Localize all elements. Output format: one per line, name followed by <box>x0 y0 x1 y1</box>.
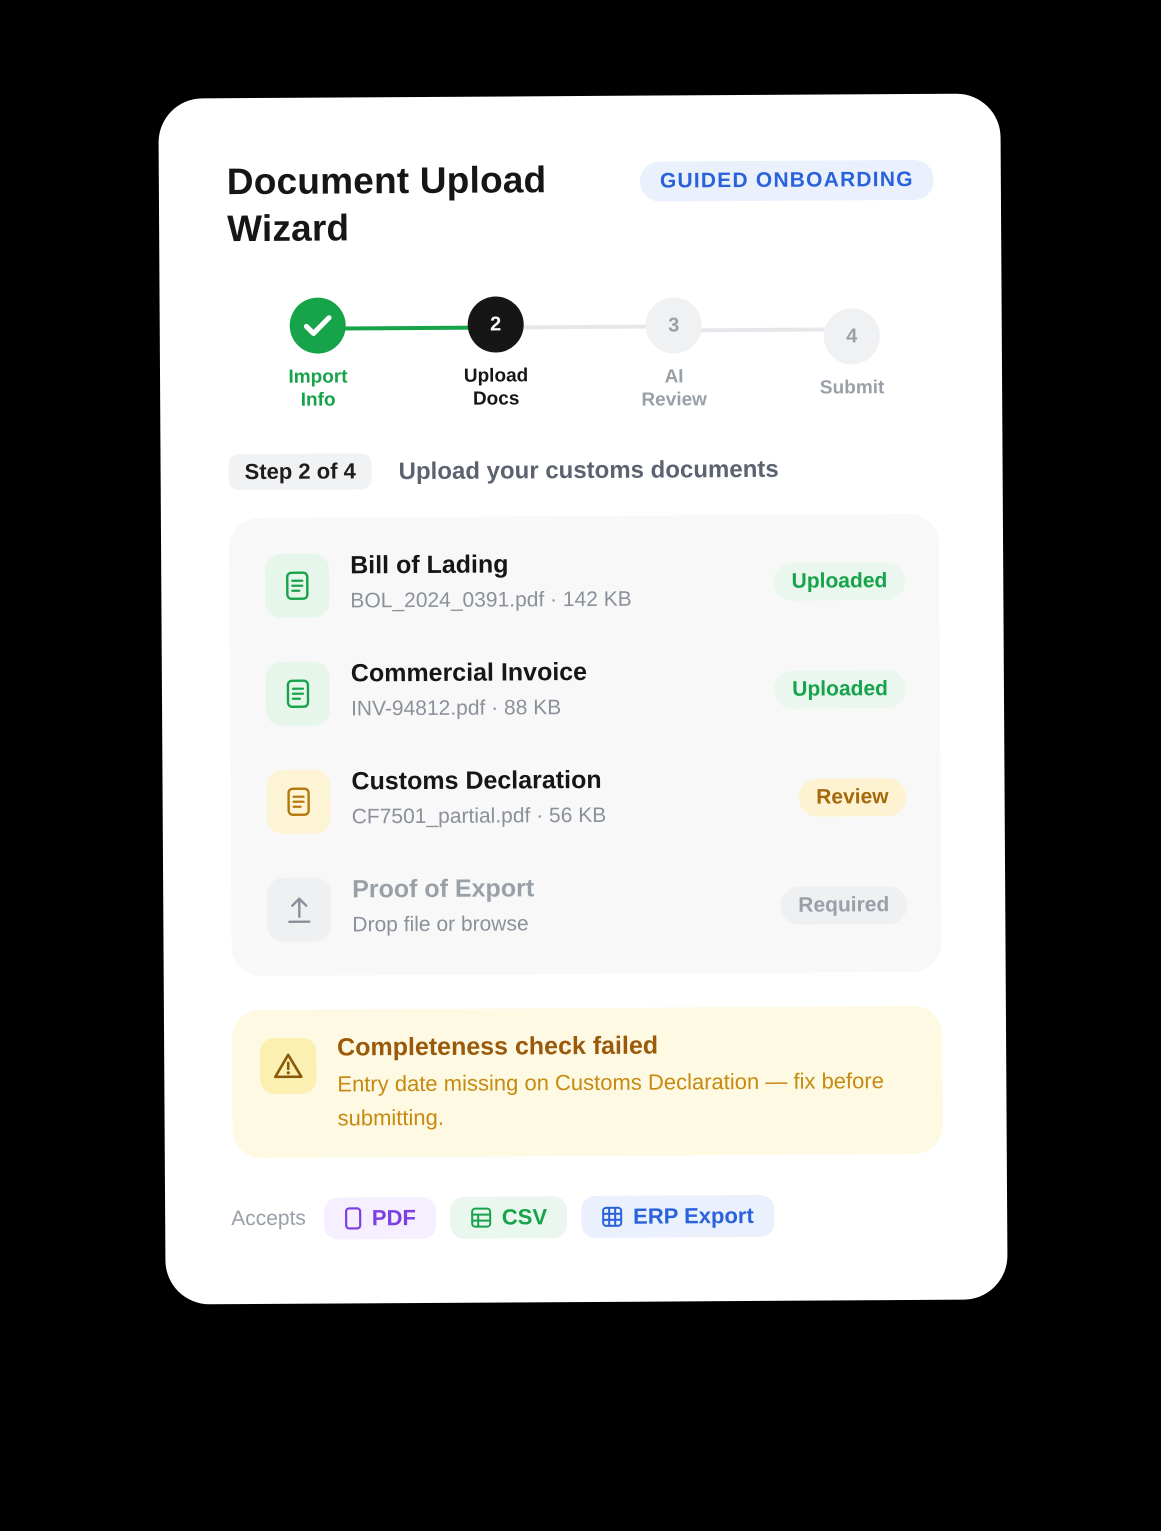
page-title: Document Upload Wizard <box>226 159 547 250</box>
step-counter-pill: Step 2 of 4 <box>228 453 372 491</box>
completeness-alert: Completeness check failed Entry date mis… <box>231 1005 943 1159</box>
drop-file-hint[interactable]: Drop file or browse <box>352 912 528 937</box>
file-icon <box>344 1207 362 1230</box>
table-grid-icon <box>602 1206 623 1227</box>
spreadsheet-icon <box>470 1207 491 1228</box>
progress-stepper: Import Info 2 Upload Docs 3 AI Review 4 … <box>228 294 929 428</box>
document-meta: INV-94812.pdf · 88 KB <box>350 696 562 721</box>
step-import-info[interactable]: Import Info <box>238 297 399 412</box>
upload-wizard-card: Document Upload Wizard GUIDED ONBOARDING… <box>158 93 1008 1305</box>
status-badge: Required <box>780 886 908 925</box>
document-row[interactable]: Bill of Lading BOL_2024_0391.pdf · 142 K… <box>265 548 906 622</box>
step-upload-docs[interactable]: 2 Upload Docs <box>416 296 577 411</box>
guided-onboarding-badge: GUIDED ONBOARDING <box>639 159 934 202</box>
format-chip-pdf: PDF <box>323 1196 436 1240</box>
step-submit[interactable]: 4 Submit <box>772 308 933 400</box>
document-row[interactable]: Commercial Invoice INV-94812.pdf · 88 KB… <box>265 656 907 730</box>
step-label: Docs <box>472 388 520 410</box>
document-icon <box>265 661 331 726</box>
step-ai-review[interactable]: 3 AI Review <box>594 297 755 412</box>
document-icon <box>266 769 331 834</box>
step-label: Info <box>300 389 336 411</box>
step-number: 4 <box>823 308 880 365</box>
step-heading: Upload your customs documents <box>398 455 779 486</box>
document-list: Bill of Lading BOL_2024_0391.pdf · 142 K… <box>228 513 942 977</box>
step-number: 2 <box>467 296 524 353</box>
accepted-formats: Accepts PDF CSV ERP Export <box>231 1194 788 1240</box>
alert-title: Completeness check failed <box>337 1031 659 1062</box>
document-name: Customs Declaration <box>351 765 602 796</box>
document-name: Proof of Export <box>352 874 535 904</box>
format-label: PDF <box>371 1205 416 1231</box>
upload-icon[interactable] <box>267 877 332 942</box>
format-label: ERP Export <box>633 1202 754 1229</box>
step-number: 3 <box>645 297 702 354</box>
alert-message: Entry date missing on Customs Declaratio… <box>337 1068 884 1131</box>
accepts-label: Accepts <box>231 1206 306 1231</box>
document-icon <box>265 553 330 618</box>
status-badge: Uploaded <box>774 670 907 709</box>
status-badge: Review <box>798 778 907 817</box>
format-chip-csv: CSV <box>449 1196 568 1239</box>
step-label: Review <box>641 389 707 411</box>
step-label: AI <box>664 366 684 388</box>
format-label: CSV <box>501 1204 548 1230</box>
document-name: Commercial Invoice <box>350 657 588 688</box>
upload-dropzone-row[interactable]: Proof of Export Drop file or browse Requ… <box>267 872 908 946</box>
warning-icon <box>260 1037 317 1094</box>
step-label: Upload <box>463 365 529 387</box>
document-meta: CF7501_partial.pdf · 56 KB <box>351 803 607 829</box>
step-label: Import <box>288 366 348 388</box>
document-name: Bill of Lading <box>350 550 509 580</box>
document-row[interactable]: Customs Declaration CF7501_partial.pdf ·… <box>266 764 907 838</box>
step-label: Submit <box>819 377 885 399</box>
checkmark-icon <box>303 315 332 336</box>
status-badge: Uploaded <box>773 562 906 601</box>
step-complete-check <box>289 297 346 354</box>
format-chip-erp: ERP Export <box>580 1194 774 1239</box>
document-meta: BOL_2024_0391.pdf · 142 KB <box>350 587 632 613</box>
